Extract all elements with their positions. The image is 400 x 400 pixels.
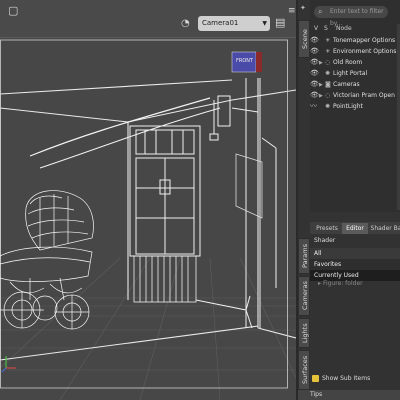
- scene-node[interactable]: 👁▶ ◙ Cameras: [310, 79, 400, 90]
- node-label: Environment Options: [333, 48, 397, 55]
- camera-select-value: Camera01: [202, 19, 239, 27]
- shader-filter-all[interactable]: All: [310, 248, 400, 259]
- room-edges: [0, 78, 296, 361]
- scene-node[interactable]: 👁▶ ◌ Victorian Pram Open: [310, 90, 400, 101]
- shader-label: Shader: [314, 237, 336, 244]
- node-label: Light Portal: [333, 70, 368, 77]
- menu-icon[interactable]: ≡: [288, 4, 296, 18]
- node-label: Tonemapper Options: [333, 37, 396, 44]
- sun-icon: ☀: [325, 37, 331, 44]
- render-icon[interactable]: ▢: [8, 4, 18, 18]
- tab-shader-baker[interactable]: Shader Ba: [370, 223, 400, 234]
- tab-surfaces-label: Surfaces: [301, 355, 309, 385]
- tab-params[interactable]: Params: [298, 238, 310, 274]
- sun-icon: ☀: [325, 48, 331, 55]
- scene-node[interactable]: 👁▶ ◌ Old Room: [310, 57, 400, 68]
- pane-tabs: Presets Editor Shader Ba: [310, 222, 400, 234]
- shader-filter-favorites[interactable]: Favorites: [310, 259, 400, 270]
- node-label: Victorian Pram Open: [333, 92, 395, 99]
- visibility-eye-icon[interactable]: 👁: [310, 35, 319, 46]
- show-sub-items-checkbox[interactable]: Show Sub Items: [312, 374, 370, 383]
- pin-icon[interactable]: ✦: [300, 4, 306, 12]
- tab-cameras[interactable]: Cameras: [298, 276, 310, 316]
- pram-model: [0, 190, 94, 330]
- visibility-eye-icon[interactable]: 👁: [310, 68, 319, 79]
- show-sub-items-label: Show Sub Items: [322, 375, 371, 382]
- folder-path-label: Figure: folder: [322, 280, 363, 287]
- tab-lights-label: Lights: [301, 323, 309, 343]
- filter-input[interactable]: ⌕ Enter text to filter by...: [314, 6, 388, 27]
- checkbox-checked-icon[interactable]: [312, 375, 319, 382]
- tab-lights[interactable]: Lights: [298, 318, 310, 348]
- camera-select[interactable]: Camera01 ▼: [198, 16, 270, 31]
- chevron-down-icon: ▼: [262, 20, 267, 27]
- visibility-eye-icon[interactable]: 〰: [310, 101, 319, 112]
- figure-icon: ◌: [325, 59, 331, 66]
- window-model: [129, 125, 201, 257]
- tab-params-label: Params: [301, 244, 309, 268]
- tab-scene[interactable]: Scene: [298, 20, 310, 58]
- tab-surfaces[interactable]: Surfaces: [298, 350, 310, 390]
- node-label: Cameras: [333, 81, 360, 88]
- tab-editor[interactable]: Editor: [342, 223, 368, 234]
- floor-grid: [0, 257, 296, 400]
- right-panel: Scene ✦ ⌕ Enter text to filter by... V S…: [296, 0, 400, 400]
- node-label: Old Room: [333, 59, 363, 66]
- column-s: S: [324, 25, 328, 32]
- visibility-eye-icon[interactable]: 👁: [310, 57, 319, 68]
- radiator-model: [133, 255, 197, 303]
- tab-cameras-label: Cameras: [301, 281, 309, 311]
- scene-node[interactable]: 〰 ✺ PointLight: [310, 101, 400, 112]
- cube-label: FRONT: [236, 58, 254, 64]
- tips-bar[interactable]: Tips: [298, 390, 400, 400]
- camera-icon: ◙: [325, 81, 331, 88]
- scene-node[interactable]: 👁 ☀ Tonemapper Options: [310, 35, 400, 46]
- viewport-3d[interactable]: ▢ ◔ Camera01 ▼ ▤ ≡ FRONT: [0, 0, 296, 400]
- light-icon: ✺: [325, 103, 331, 110]
- scene-node[interactable]: 👁 ✺ Light Portal: [310, 68, 400, 79]
- node-label: PointLight: [333, 103, 363, 110]
- view-layout-icon[interactable]: ▤: [275, 16, 285, 30]
- column-node: Node: [336, 25, 352, 32]
- visibility-eye-icon[interactable]: 👁: [310, 79, 319, 90]
- visibility-eye-icon[interactable]: 👁: [310, 46, 319, 57]
- scene-node[interactable]: 👁 ☀ Environment Options: [310, 46, 400, 57]
- scene-column-header: V S Node: [310, 24, 400, 34]
- light-icon: ✺: [325, 70, 331, 77]
- scene-wireframe[interactable]: [0, 38, 296, 400]
- folder-icon: ▸: [318, 280, 322, 287]
- pillar-model: [245, 78, 277, 328]
- folder-path: ▸ Figure: folder: [318, 280, 363, 287]
- camera-orbit-icon[interactable]: ◔: [181, 17, 190, 31]
- figure-icon: ◌: [325, 92, 331, 99]
- visibility-eye-icon[interactable]: 👁: [310, 90, 319, 101]
- tab-scene-label: Scene: [301, 29, 309, 49]
- column-v: V: [314, 25, 319, 32]
- viewport-toolbar: ▢ ◔ Camera01 ▼ ▤ ≡: [0, 0, 296, 38]
- search-icon: ⌕: [318, 7, 323, 16]
- tab-presets[interactable]: Presets: [314, 223, 340, 234]
- tips-label: Tips: [310, 391, 323, 398]
